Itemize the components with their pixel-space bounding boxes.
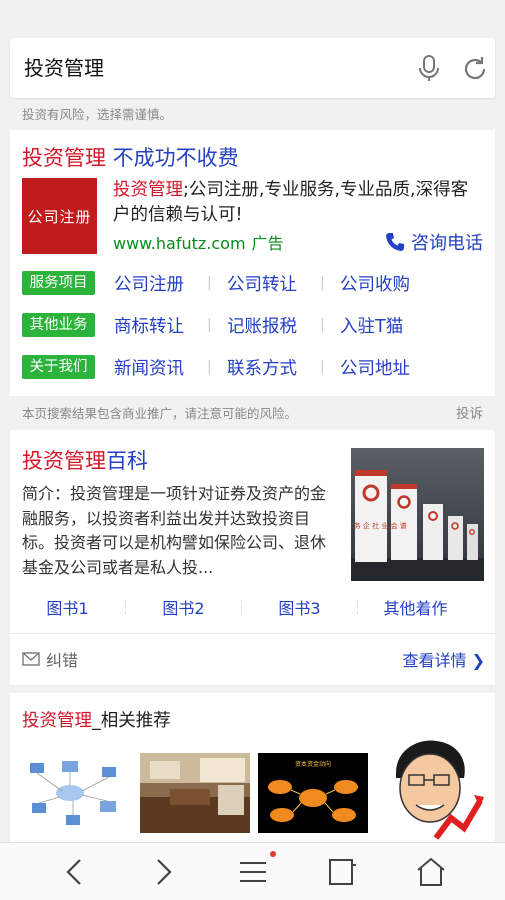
phone-icon (386, 233, 404, 251)
sitelink[interactable]: 公司收购 (340, 271, 433, 296)
back-arrow-icon[interactable] (58, 855, 92, 889)
sitelink[interactable]: 记账报税 (227, 313, 320, 338)
baike-summary: 简介：投资管理是一项针对证券及资产的金融服务，以投资者利益出发并达致投资目标。投… (22, 484, 327, 577)
menu-icon[interactable] (236, 855, 270, 889)
baike-tab[interactable]: 图书3 (242, 595, 357, 619)
sitelink-row-about: 关于我们 新闻资讯 | 联系方式 | 公司地址 (22, 354, 410, 380)
separator: | (320, 275, 325, 291)
sitelink-row-other: 其他业务 商标转让 | 记账报税 | 入驻T猫 (22, 312, 403, 338)
separator: | (320, 359, 325, 375)
ad-description: 投资管理;公司注册,专业服务,专业品质,深得客户的信赖与认可! (113, 178, 483, 228)
sitelink[interactable]: 入驻T猫 (340, 313, 433, 338)
baike-title[interactable]: 投资管理百科 (22, 445, 148, 475)
mail-icon (22, 652, 40, 666)
divider (10, 633, 495, 634)
notification-dot (270, 851, 276, 857)
view-details-link[interactable]: 查看详情 ❯ (403, 647, 486, 671)
microphone-icon[interactable] (415, 54, 443, 82)
related-image-office[interactable] (140, 753, 250, 833)
related-image-diagram[interactable] (22, 753, 132, 833)
baike-title-highlight: 投资管理 (22, 449, 106, 473)
related-image-cartoon[interactable] (376, 733, 486, 843)
ads-disclaimer: 本页搜索结果包含商业推广，请注意可能的风险。 (22, 406, 298, 421)
network-diagram-image (22, 753, 132, 833)
sitelink[interactable]: 公司地址 (340, 355, 433, 380)
sitelink[interactable]: 公司转让 (227, 271, 320, 296)
baike-tab[interactable]: 图书2 (126, 595, 241, 619)
feedback-label: 纠错 (46, 651, 79, 670)
sitelink[interactable]: 公司注册 (114, 271, 207, 296)
fund-flow-image: 资本资金动向 (258, 753, 368, 833)
sitelink-badge[interactable]: 关于我们 (22, 355, 95, 379)
sitelink-row-services: 服务项目 公司注册 | 公司转让 | 公司收购 (22, 270, 410, 296)
sitelink[interactable]: 联系方式 (227, 355, 320, 380)
baike-tab[interactable]: 其他着作 (358, 595, 473, 619)
sitelink[interactable]: 商标转让 (114, 313, 207, 338)
ad-thumbnail[interactable]: 公司注册 (22, 178, 97, 254)
ad-title-highlight: 投资管理 (22, 146, 106, 170)
separator: | (320, 317, 325, 333)
search-input[interactable]: 投资管理 (24, 38, 384, 98)
baike-card[interactable]: 投资管理百科 简介：投资管理是一项针对证券及资产的金融服务，以投资者利益出发并达… (10, 430, 495, 685)
report-link[interactable]: 投诉 (456, 402, 483, 422)
baike-tabs: 图书1 图书2 图书3 其他着作 (10, 594, 495, 620)
fund-flow-title: 资本资金动向 (295, 760, 331, 768)
related-card: 投资管理_相关推荐 资本资金动向 (10, 693, 495, 853)
forward-arrow-icon[interactable] (146, 855, 180, 889)
office-photo-image (140, 753, 250, 833)
risk-note: 投资有风险，选择需谨慎。 (22, 107, 173, 122)
sitelink-badge[interactable]: 其他业务 (22, 313, 95, 337)
home-icon[interactable] (414, 855, 448, 889)
separator: | (207, 317, 212, 333)
search-bar[interactable]: 投资管理 (10, 38, 495, 98)
ad-card[interactable]: 投资管理 不成功不收费 公司注册 投资管理;公司注册,专业服务,专业品质,深得客… (10, 130, 495, 396)
separator: | (207, 275, 212, 291)
bottom-toolbar (0, 842, 505, 900)
banner-text: 服 请 务 企 社 业 会 谱 (351, 521, 407, 530)
ad-url-text: www.hafutz.com (113, 234, 246, 253)
cartoon-businessman-image (376, 733, 486, 843)
related-image-fundflow[interactable]: 资本资金动向 (258, 753, 368, 833)
ad-url[interactable]: www.hafutz.com 广告 (113, 230, 284, 254)
banner-stands-image: 服 请 务 企 社 业 会 谱 (351, 470, 484, 581)
related-title: 投资管理_相关推荐 (22, 707, 171, 732)
baike-tab[interactable]: 图书1 (10, 595, 125, 619)
feedback-button[interactable]: 纠错 (22, 647, 78, 671)
refresh-icon[interactable] (460, 54, 490, 84)
tabs-icon[interactable] (325, 855, 359, 889)
ad-title[interactable]: 投资管理 不成功不收费 (22, 142, 239, 172)
sitelink[interactable]: 新闻资讯 (114, 355, 207, 380)
ad-title-rest: 不成功不收费 (106, 146, 239, 170)
call-label: 咨询电话 (411, 233, 483, 254)
related-title-rest: _相关推荐 (92, 711, 171, 731)
ad-desc-highlight: 投资管理 (113, 180, 183, 200)
related-title-highlight: 投资管理 (22, 711, 92, 731)
call-button[interactable]: 咨询电话 (385, 229, 483, 255)
sitelink-badge[interactable]: 服务项目 (22, 271, 95, 295)
ad-tag: 广告 (251, 234, 284, 253)
separator: | (207, 359, 212, 375)
baike-title-rest: 百科 (106, 449, 148, 473)
baike-image[interactable]: 服 请 务 企 社 业 会 谱 (351, 448, 484, 581)
